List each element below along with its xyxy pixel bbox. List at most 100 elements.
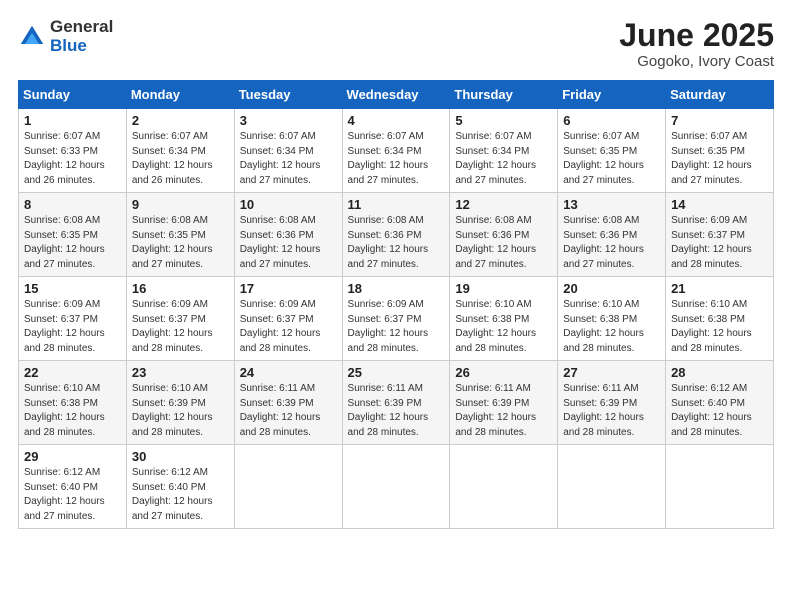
calendar-subtitle: Gogoko, Ivory Coast bbox=[619, 53, 774, 70]
day-number: 1 bbox=[24, 113, 121, 128]
day-info: Sunrise: 6:07 AM Sunset: 6:35 PM Dayligh… bbox=[671, 130, 768, 188]
day-cell: 13Sunrise: 6:08 AM Sunset: 6:36 PM Dayli… bbox=[558, 193, 666, 277]
day-cell: 18 Sunrise: 6:09 AM Sunset: 6:37 PM Dayli… bbox=[342, 277, 450, 361]
day-number: 10 bbox=[240, 197, 337, 212]
day-cell: 14 Sunrise: 6:09 AM Sunset: 6:37 PM Dayli… bbox=[666, 193, 774, 277]
day-info: Sunrise: 6:11 AM Sunset: 6:39 PM Dayligh… bbox=[455, 382, 552, 440]
day-info: Sunrise: 6:10 AM Sunset: 6:38 PM Dayligh… bbox=[563, 298, 660, 356]
weekday-tuesday: Tuesday bbox=[234, 81, 342, 109]
week-row-3: 15 Sunrise: 6:09 AM Sunset: 6:37 PM Dayli… bbox=[19, 277, 774, 361]
day-cell: 2 Sunrise: 6:07 AM Sunset: 6:34 PM Daylig… bbox=[126, 109, 234, 193]
day-number: 18 bbox=[348, 281, 445, 296]
weekday-saturday: Saturday bbox=[666, 81, 774, 109]
logo-icon bbox=[18, 23, 46, 51]
day-info: Sunrise: 6:10 AM Sunset: 6:38 PM Dayligh… bbox=[455, 298, 552, 356]
day-number: 7 bbox=[671, 113, 768, 128]
day-number: 11 bbox=[348, 197, 445, 212]
day-cell bbox=[342, 445, 450, 529]
day-info: Sunrise: 6:09 AM Sunset: 6:37 PM Dayligh… bbox=[348, 298, 445, 356]
day-number: 14 bbox=[671, 197, 768, 212]
day-number: 23 bbox=[132, 365, 229, 380]
day-cell bbox=[666, 445, 774, 529]
day-info: Sunrise: 6:12 AM Sunset: 6:40 PM Dayligh… bbox=[671, 382, 768, 440]
day-number: 24 bbox=[240, 365, 337, 380]
day-number: 15 bbox=[24, 281, 121, 296]
day-number: 2 bbox=[132, 113, 229, 128]
day-info: Sunrise: 6:08 AM Sunset: 6:36 PM Dayligh… bbox=[240, 214, 337, 272]
day-number: 30 bbox=[132, 449, 229, 464]
day-cell: 25 Sunrise: 6:11 AM Sunset: 6:39 PM Dayli… bbox=[342, 361, 450, 445]
day-cell: 27Sunrise: 6:11 AM Sunset: 6:39 PM Dayli… bbox=[558, 361, 666, 445]
day-info: Sunrise: 6:11 AM Sunset: 6:39 PM Dayligh… bbox=[563, 382, 660, 440]
day-cell: 6 Sunrise: 6:07 AM Sunset: 6:35 PM Daylig… bbox=[558, 109, 666, 193]
day-info: Sunrise: 6:11 AM Sunset: 6:39 PM Dayligh… bbox=[348, 382, 445, 440]
day-info: Sunrise: 6:08 AM Sunset: 6:35 PM Dayligh… bbox=[132, 214, 229, 272]
day-info: Sunrise: 6:12 AM Sunset: 6:40 PM Dayligh… bbox=[132, 466, 229, 524]
day-info: Sunrise: 6:10 AM Sunset: 6:39 PM Dayligh… bbox=[132, 382, 229, 440]
day-info: Sunrise: 6:07 AM Sunset: 6:35 PM Dayligh… bbox=[563, 130, 660, 188]
day-number: 6 bbox=[563, 113, 660, 128]
day-number: 5 bbox=[455, 113, 552, 128]
calendar-table: SundayMondayTuesdayWednesdayThursdayFrid… bbox=[18, 80, 774, 529]
logo-general: General bbox=[50, 18, 113, 37]
day-cell: 29Sunrise: 6:12 AM Sunset: 6:40 PM Dayli… bbox=[19, 445, 127, 529]
day-cell: 15 Sunrise: 6:09 AM Sunset: 6:37 PM Dayli… bbox=[19, 277, 127, 361]
day-cell: 22 Sunrise: 6:10 AM Sunset: 6:38 PM Dayli… bbox=[19, 361, 127, 445]
day-info: Sunrise: 6:07 AM Sunset: 6:34 PM Dayligh… bbox=[132, 130, 229, 188]
day-cell: 30 Sunrise: 6:12 AM Sunset: 6:40 PM Dayli… bbox=[126, 445, 234, 529]
day-number: 9 bbox=[132, 197, 229, 212]
day-number: 22 bbox=[24, 365, 121, 380]
day-number: 29 bbox=[24, 449, 121, 464]
weekday-sunday: Sunday bbox=[19, 81, 127, 109]
day-cell: 8Sunrise: 6:08 AM Sunset: 6:35 PM Daylig… bbox=[19, 193, 127, 277]
day-number: 20 bbox=[563, 281, 660, 296]
week-row-1: 1 Sunrise: 6:07 AM Sunset: 6:33 PM Daylig… bbox=[19, 109, 774, 193]
day-cell bbox=[234, 445, 342, 529]
day-number: 25 bbox=[348, 365, 445, 380]
day-info: Sunrise: 6:09 AM Sunset: 6:37 PM Dayligh… bbox=[132, 298, 229, 356]
day-info: Sunrise: 6:11 AM Sunset: 6:39 PM Dayligh… bbox=[240, 382, 337, 440]
day-number: 28 bbox=[671, 365, 768, 380]
day-cell: 11 Sunrise: 6:08 AM Sunset: 6:36 PM Dayli… bbox=[342, 193, 450, 277]
day-info: Sunrise: 6:10 AM Sunset: 6:38 PM Dayligh… bbox=[24, 382, 121, 440]
day-info: Sunrise: 6:07 AM Sunset: 6:34 PM Dayligh… bbox=[348, 130, 445, 188]
day-cell: 7 Sunrise: 6:07 AM Sunset: 6:35 PM Daylig… bbox=[666, 109, 774, 193]
day-number: 4 bbox=[348, 113, 445, 128]
day-cell: 3Sunrise: 6:07 AM Sunset: 6:34 PM Daylig… bbox=[234, 109, 342, 193]
page: General Blue June 2025 Gogoko, Ivory Coa… bbox=[0, 0, 792, 612]
day-number: 26 bbox=[455, 365, 552, 380]
day-number: 21 bbox=[671, 281, 768, 296]
day-cell: 26 Sunrise: 6:11 AM Sunset: 6:39 PM Dayli… bbox=[450, 361, 558, 445]
day-info: Sunrise: 6:09 AM Sunset: 6:37 PM Dayligh… bbox=[24, 298, 121, 356]
day-info: Sunrise: 6:08 AM Sunset: 6:36 PM Dayligh… bbox=[455, 214, 552, 272]
weekday-friday: Friday bbox=[558, 81, 666, 109]
day-cell: 9 Sunrise: 6:08 AM Sunset: 6:35 PM Daylig… bbox=[126, 193, 234, 277]
day-number: 17 bbox=[240, 281, 337, 296]
weekday-header-row: SundayMondayTuesdayWednesdayThursdayFrid… bbox=[19, 81, 774, 109]
week-row-5: 29 Sunrise: 6:12 AM Sunset: 6:40 PM Dayli… bbox=[19, 445, 774, 529]
weekday-monday: Monday bbox=[126, 81, 234, 109]
weekday-wednesday: Wednesday bbox=[342, 81, 450, 109]
calendar-body: 1 Sunrise: 6:07 AM Sunset: 6:33 PM Daylig… bbox=[19, 109, 774, 529]
week-row-2: 8Sunrise: 6:08 AM Sunset: 6:35 PM Daylig… bbox=[19, 193, 774, 277]
day-cell bbox=[558, 445, 666, 529]
title-block: June 2025 Gogoko, Ivory Coast bbox=[619, 18, 774, 70]
day-cell: 17 Sunrise: 6:09 AM Sunset: 6:37 PM Dayli… bbox=[234, 277, 342, 361]
week-row-4: 22 Sunrise: 6:10 AM Sunset: 6:38 PM Dayli… bbox=[19, 361, 774, 445]
day-cell: 19Sunrise: 6:10 AM Sunset: 6:38 PM Dayli… bbox=[450, 277, 558, 361]
day-info: Sunrise: 6:09 AM Sunset: 6:37 PM Dayligh… bbox=[240, 298, 337, 356]
day-cell: 21 Sunrise: 6:10 AM Sunset: 6:38 PM Dayli… bbox=[666, 277, 774, 361]
day-cell: 24 Sunrise: 6:11 AM Sunset: 6:39 PM Dayli… bbox=[234, 361, 342, 445]
day-cell: 5 Sunrise: 6:07 AM Sunset: 6:34 PM Daylig… bbox=[450, 109, 558, 193]
day-cell: 4 Sunrise: 6:07 AM Sunset: 6:34 PM Daylig… bbox=[342, 109, 450, 193]
day-info: Sunrise: 6:07 AM Sunset: 6:34 PM Dayligh… bbox=[455, 130, 552, 188]
day-info: Sunrise: 6:10 AM Sunset: 6:38 PM Dayligh… bbox=[671, 298, 768, 356]
day-cell bbox=[450, 445, 558, 529]
calendar-header: SundayMondayTuesdayWednesdayThursdayFrid… bbox=[19, 81, 774, 109]
day-info: Sunrise: 6:09 AM Sunset: 6:37 PM Dayligh… bbox=[671, 214, 768, 272]
day-number: 12 bbox=[455, 197, 552, 212]
day-info: Sunrise: 6:07 AM Sunset: 6:33 PM Dayligh… bbox=[24, 130, 121, 188]
day-info: Sunrise: 6:08 AM Sunset: 6:36 PM Dayligh… bbox=[348, 214, 445, 272]
day-number: 13 bbox=[563, 197, 660, 212]
day-number: 3 bbox=[240, 113, 337, 128]
